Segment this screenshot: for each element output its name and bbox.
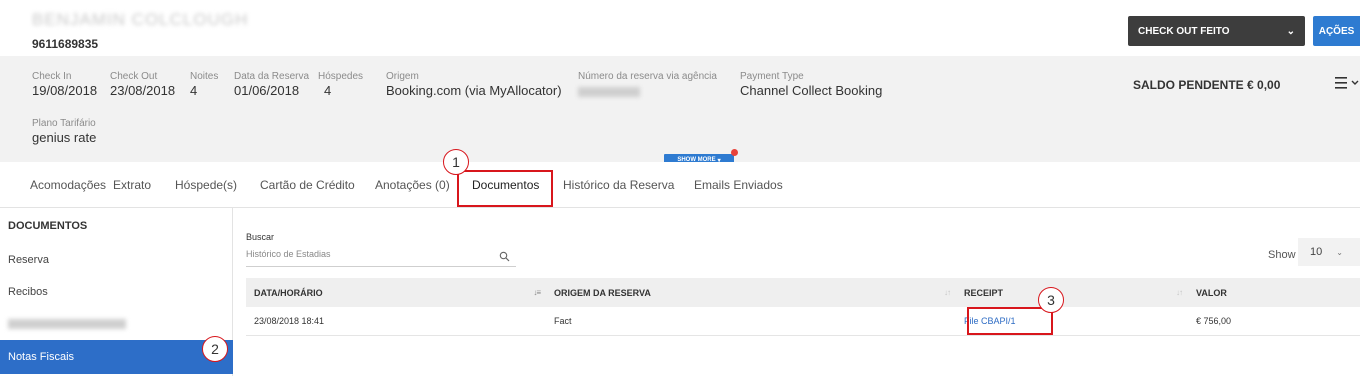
sort-icon: ↓↑ bbox=[1176, 288, 1183, 297]
table-header-row: DATA/HORÁRIO ↓≡ ORIGEM DA RESERVA ↓↑ REC… bbox=[246, 278, 1360, 307]
search-icon[interactable] bbox=[499, 251, 510, 262]
callout-number-2: 2 bbox=[202, 336, 228, 362]
page-size-select[interactable]: 10 ⌄ bbox=[1298, 238, 1360, 266]
sidebar-title: DOCUMENTOS bbox=[8, 220, 88, 232]
column-header-origem-reserva[interactable]: ORIGEM DA RESERVA ↓↑ bbox=[546, 278, 956, 307]
notification-dot bbox=[731, 149, 738, 156]
menu-icon[interactable] bbox=[1333, 74, 1360, 92]
checkout-status-dropdown[interactable]: CHECK OUT FEITO ⌄ bbox=[1128, 16, 1305, 46]
tab-hospedes[interactable]: Hóspede(s) bbox=[175, 178, 237, 192]
chevron-down-icon: ⌄ bbox=[1336, 247, 1343, 257]
documents-sidebar: DOCUMENTOS Reserva Recibos Notas Fiscais bbox=[0, 208, 233, 376]
redacted-value bbox=[578, 87, 640, 97]
guest-phone: 9611689835 bbox=[32, 37, 99, 51]
tab-extrato[interactable]: Extrato bbox=[113, 178, 151, 192]
check-in-field: Check In 19/08/2018 bbox=[32, 71, 98, 98]
tab-acomodacoes[interactable]: Acomodações bbox=[30, 178, 106, 192]
reservation-info-panel: Check In 19/08/2018 Check Out 23/08/2018… bbox=[0, 56, 1360, 166]
column-header-data-horario[interactable]: DATA/HORÁRIO ↓≡ bbox=[246, 278, 546, 307]
sidebar-item-guest-redacted[interactable] bbox=[0, 308, 233, 340]
column-header-receipt[interactable]: RECEIPT ↓↑ bbox=[956, 278, 1188, 307]
check-out-field: Check Out 23/08/2018 bbox=[110, 71, 176, 98]
search-label: Buscar bbox=[246, 232, 275, 242]
sidebar-item-reserva[interactable]: Reserva bbox=[0, 244, 233, 276]
reservation-tabs: Acomodações Extrato Hóspede(s) Cartão de… bbox=[0, 162, 1360, 208]
noites-field: Noites 4 bbox=[190, 71, 219, 98]
show-label: Show bbox=[1268, 249, 1296, 261]
cell-origem: Fact bbox=[546, 307, 956, 336]
checkout-status-label: CHECK OUT FEITO bbox=[1138, 25, 1230, 37]
tab-cartao-credito[interactable]: Cartão de Crédito bbox=[260, 178, 355, 192]
documents-table: DATA/HORÁRIO ↓≡ ORIGEM DA RESERVA ↓↑ REC… bbox=[246, 278, 1360, 336]
chevron-down-icon: ⌄ bbox=[1286, 25, 1295, 37]
cell-valor: € 756,00 bbox=[1188, 307, 1360, 336]
sort-desc-icon: ↓≡ bbox=[533, 288, 541, 297]
tab-emails-enviados[interactable]: Emails Enviados bbox=[694, 178, 783, 192]
tab-anotacoes[interactable]: Anotações (0) bbox=[375, 178, 450, 192]
acoes-button[interactable]: AÇÕES bbox=[1313, 16, 1360, 46]
origem-field: Origem Booking.com (via MyAllocator) bbox=[386, 71, 562, 98]
guest-name: BENJAMIN COLCLOUGH bbox=[32, 10, 249, 29]
sidebar-item-recibos[interactable]: Recibos bbox=[0, 276, 233, 308]
saldo-pendente: SALDO PENDENTE € 0,00 bbox=[1133, 78, 1281, 92]
callout-number-1: 1 bbox=[443, 149, 469, 175]
hospedes-field: Hóspedes 4 bbox=[318, 71, 364, 98]
payment-type-field: Payment Type Channel Collect Booking bbox=[740, 71, 883, 98]
redacted-guest-name bbox=[8, 319, 126, 329]
search-field bbox=[246, 247, 516, 267]
data-reserva-field: Data da Reserva 01/06/2018 bbox=[234, 71, 310, 98]
callout-highlight-documentos-tab bbox=[457, 170, 553, 207]
reservation-header: BENJAMIN COLCLOUGH 9611689835 CHECK OUT … bbox=[0, 0, 1360, 56]
sidebar-item-notas-fiscais[interactable]: Notas Fiscais bbox=[0, 340, 233, 374]
callout-highlight-receipt-link bbox=[967, 307, 1053, 335]
callout-number-3: 3 bbox=[1038, 287, 1064, 313]
cell-data-horario: 23/08/2018 18:41 bbox=[246, 307, 546, 336]
sort-icon: ↓↑ bbox=[944, 288, 951, 297]
plano-tarifario-field: Plano Tarifário genius rate bbox=[32, 118, 97, 145]
tab-historico-reserva[interactable]: Histórico da Reserva bbox=[563, 178, 674, 192]
table-row: 23/08/2018 18:41 Fact File CBAPI/1 € 756… bbox=[246, 307, 1360, 336]
column-header-valor[interactable]: VALOR bbox=[1188, 278, 1360, 307]
search-input[interactable] bbox=[246, 249, 486, 259]
numero-agencia-field: Número da reserva via agência bbox=[578, 71, 717, 102]
